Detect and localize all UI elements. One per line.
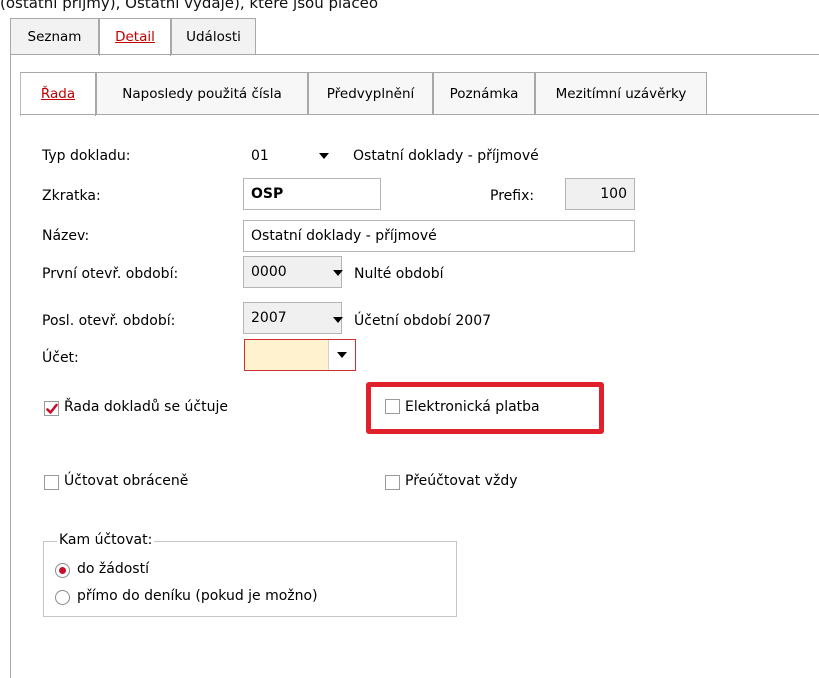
tab-predvyplneni[interactable]: Předvyplnění bbox=[308, 72, 433, 114]
nazev-label: Název: bbox=[42, 228, 90, 244]
inner-tab-divider bbox=[20, 114, 819, 115]
typ-dokladu-label: Typ dokladu: bbox=[42, 148, 131, 164]
preuctovat-vzdy-checkbox[interactable] bbox=[385, 475, 400, 490]
posl-obdobi-label: Posl. otevř. období: bbox=[42, 313, 176, 329]
rada-uctuje-label: Řada dokladů se účtuje bbox=[64, 399, 228, 415]
prefix-input: 100 bbox=[565, 178, 635, 210]
zkratka-input[interactable]: OSP bbox=[243, 178, 381, 210]
radio-do-zadosti-label: do žádostí bbox=[77, 561, 149, 577]
prvni-obdobi-description: Nulté období bbox=[354, 266, 444, 282]
elektronicka-platba-checkbox[interactable] bbox=[385, 399, 400, 414]
posl-obdobi-description: Účetní období 2007 bbox=[354, 313, 492, 329]
tab-mezitimni-uzaverky[interactable]: Mezitímní uzávěrky bbox=[535, 72, 707, 114]
zkratka-value: OSP bbox=[251, 186, 284, 202]
elektronicka-platba-label: Elektronická platba bbox=[405, 399, 540, 415]
prvni-obdobi-value: 0000 bbox=[251, 264, 287, 280]
uctovat-obracene-checkbox[interactable] bbox=[44, 475, 59, 490]
prvni-obdobi-label: První otevř. období: bbox=[42, 266, 179, 282]
ucet-label: Účet: bbox=[42, 350, 79, 366]
radio-do-zadosti[interactable] bbox=[55, 563, 70, 578]
tab-rada[interactable]: Řada bbox=[20, 72, 96, 116]
typ-dokladu-value: 01 bbox=[251, 148, 269, 164]
tab-udalosti[interactable]: Události bbox=[171, 18, 256, 54]
tab-naposledy-label: Naposledy použitá čísla bbox=[122, 86, 282, 102]
typ-dokladu-description: Ostatní doklady - příjmové bbox=[353, 148, 539, 164]
prvni-obdobi-select[interactable]: 0000 bbox=[243, 256, 342, 288]
tab-poznamka-label: Poznámka bbox=[449, 86, 519, 102]
tab-seznam[interactable]: Seznam bbox=[10, 18, 99, 54]
tab-seznam-label: Seznam bbox=[27, 29, 82, 45]
tab-mezitimni-label: Mezitímní uzávěrky bbox=[555, 86, 687, 102]
nazev-input[interactable]: Ostatní doklady - příjmové bbox=[243, 220, 635, 252]
posl-obdobi-select[interactable]: 2007 bbox=[243, 302, 342, 334]
tab-rada-label: Řada bbox=[40, 86, 76, 102]
ucet-dropdown-icon bbox=[337, 352, 347, 358]
checkmark-icon bbox=[46, 403, 58, 414]
posl-obdobi-value: 2007 bbox=[251, 310, 287, 326]
kam-uctovat-group bbox=[43, 541, 457, 617]
outer-tab-divider bbox=[10, 54, 819, 55]
radio-primo-do-deniku[interactable] bbox=[55, 590, 70, 605]
nazev-value: Ostatní doklady - příjmové bbox=[251, 228, 437, 244]
prefix-value: 100 bbox=[600, 186, 627, 202]
tab-detail-label: Detail bbox=[115, 29, 155, 45]
radio-primo-do-deniku-label: přímo do deníku (pokud je možno) bbox=[77, 588, 318, 604]
top-cut-text: (ostatní příjmy), Ostatní výdaje), ktere… bbox=[0, 0, 379, 12]
radio-selected-dot bbox=[59, 567, 66, 574]
tab-udalosti-label: Události bbox=[186, 29, 241, 45]
kam-uctovat-title: Kam účtovat: bbox=[57, 532, 155, 548]
zkratka-label: Zkratka: bbox=[42, 188, 101, 204]
tab-poznamka[interactable]: Poznámka bbox=[433, 72, 535, 114]
ucet-select[interactable] bbox=[244, 339, 356, 371]
rada-uctuje-checkbox[interactable] bbox=[44, 401, 59, 416]
prefix-label: Prefix: bbox=[490, 188, 535, 204]
preuctovat-vzdy-label: Přeúčtovat vždy bbox=[405, 473, 518, 489]
outer-frame-border bbox=[10, 54, 11, 678]
typ-dokladu-dropdown-icon[interactable] bbox=[319, 153, 329, 159]
tab-predvyplneni-label: Předvyplnění bbox=[326, 86, 415, 102]
uctovat-obracene-label: Účtovat obráceně bbox=[64, 473, 189, 489]
ucet-dropdown-button[interactable] bbox=[328, 340, 355, 370]
tab-naposledy-pouzita-cisla[interactable]: Naposledy použitá čísla bbox=[96, 72, 308, 114]
prvni-obdobi-dropdown-icon[interactable] bbox=[333, 270, 343, 276]
tab-detail[interactable]: Detail bbox=[99, 18, 171, 56]
posl-obdobi-dropdown-icon[interactable] bbox=[333, 317, 343, 323]
